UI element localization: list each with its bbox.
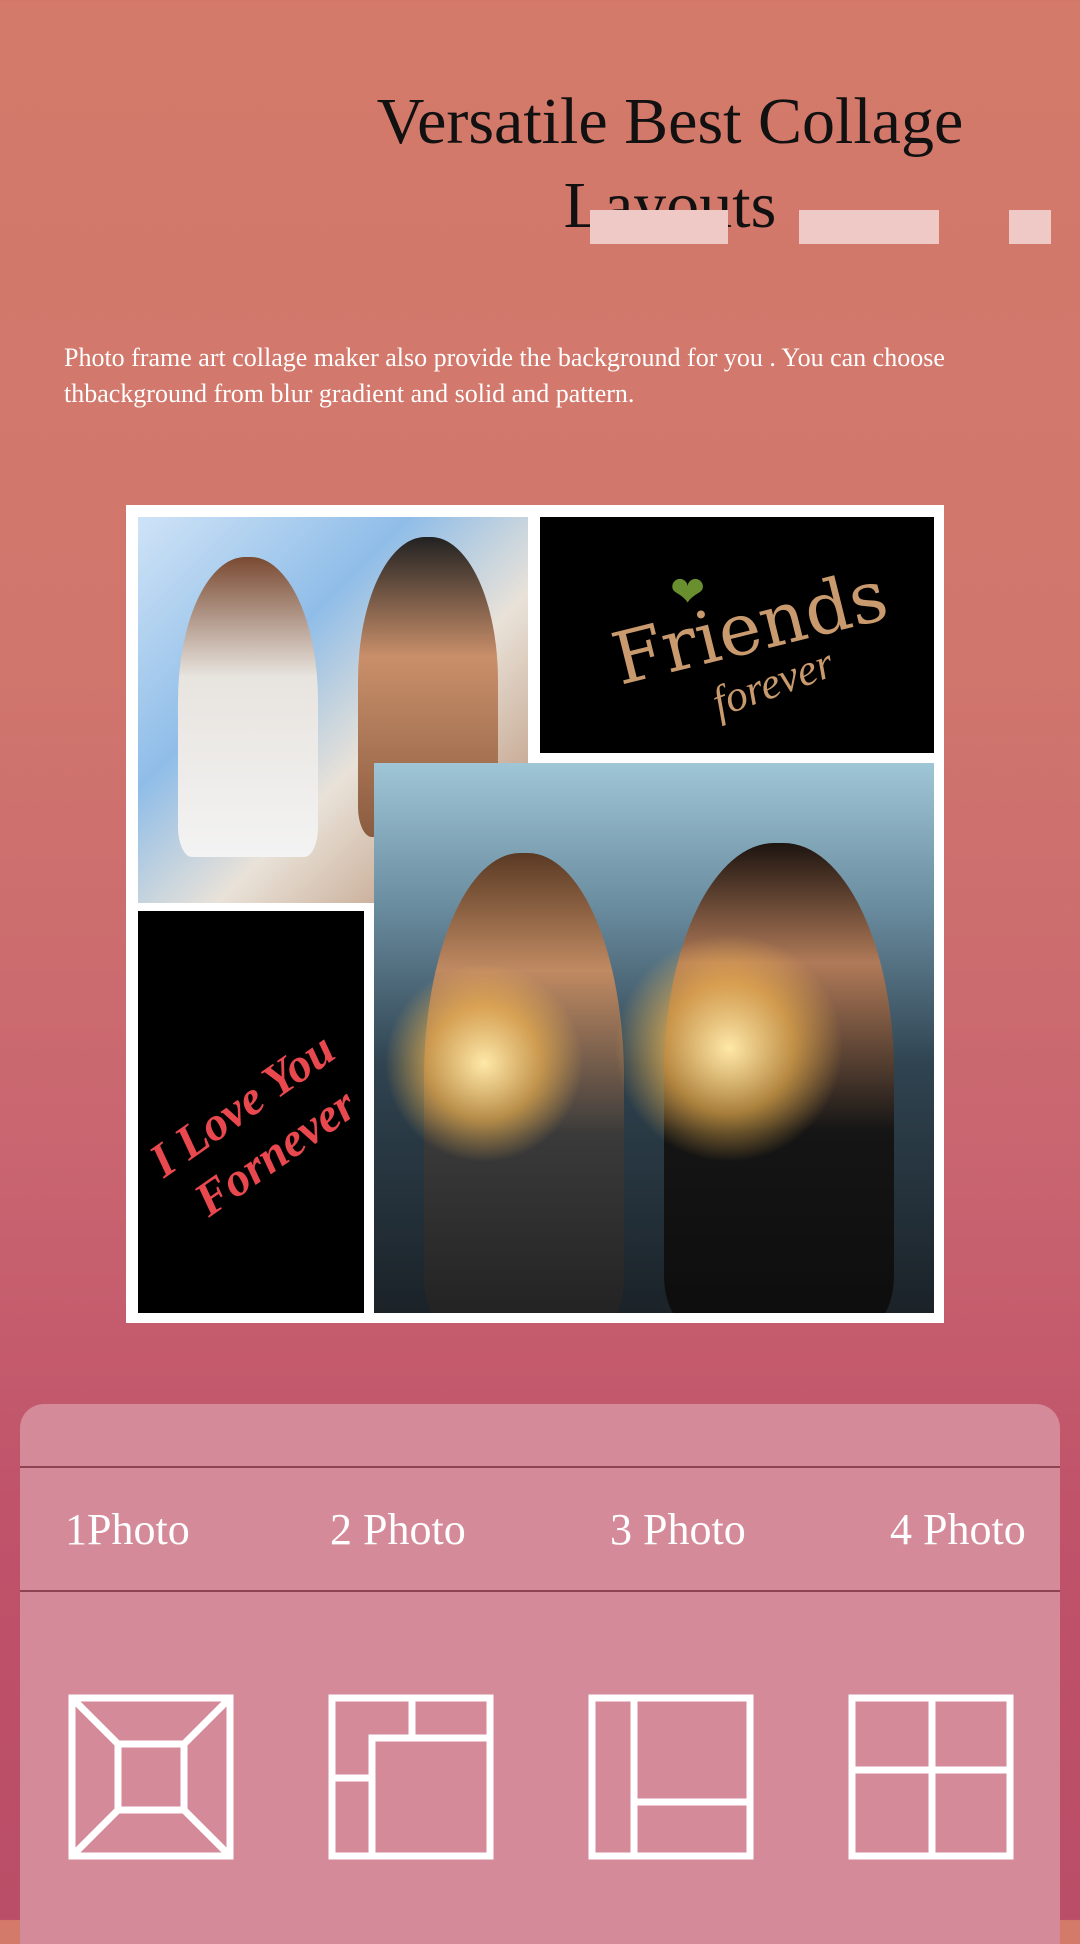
- layout-panel: 1Photo 2 Photo 3 Photo 4 Photo: [20, 1404, 1060, 1944]
- sparkler-photo: [374, 763, 934, 1313]
- tab-4-photo[interactable]: 4 Photo: [890, 1504, 1026, 1555]
- layout-frame-icon[interactable]: [68, 1694, 234, 1860]
- title-line-1: Versatile Best Collage: [376, 85, 964, 158]
- tab-3-photo[interactable]: 3 Photo: [610, 1504, 746, 1555]
- highlight-bar: [590, 210, 728, 244]
- layout-grid-icon[interactable]: [848, 1694, 1014, 1860]
- layout-l-shape-icon[interactable]: [588, 1694, 754, 1860]
- tab-1-photo[interactable]: 1Photo: [65, 1504, 190, 1555]
- love-text: I Love You Fornever: [138, 1016, 364, 1243]
- highlight-bar: [799, 210, 939, 244]
- collage-preview: ❤ Friends forever I Love You Fornever: [126, 505, 944, 1323]
- tab-divider-bottom: [20, 1590, 1060, 1592]
- description-text: Photo frame art collage maker also provi…: [64, 343, 945, 408]
- highlight-bar: [1009, 210, 1051, 244]
- tab-divider-top: [20, 1466, 1060, 1468]
- tab-2-photo[interactable]: 2 Photo: [330, 1504, 466, 1555]
- sparkler-glow: [614, 933, 844, 1163]
- friends-forever-photo: ❤ Friends forever: [540, 517, 934, 753]
- sparkler-glow: [384, 963, 584, 1163]
- layout-overlap-icon[interactable]: [328, 1694, 494, 1860]
- love-you-photo: I Love You Fornever: [138, 911, 364, 1313]
